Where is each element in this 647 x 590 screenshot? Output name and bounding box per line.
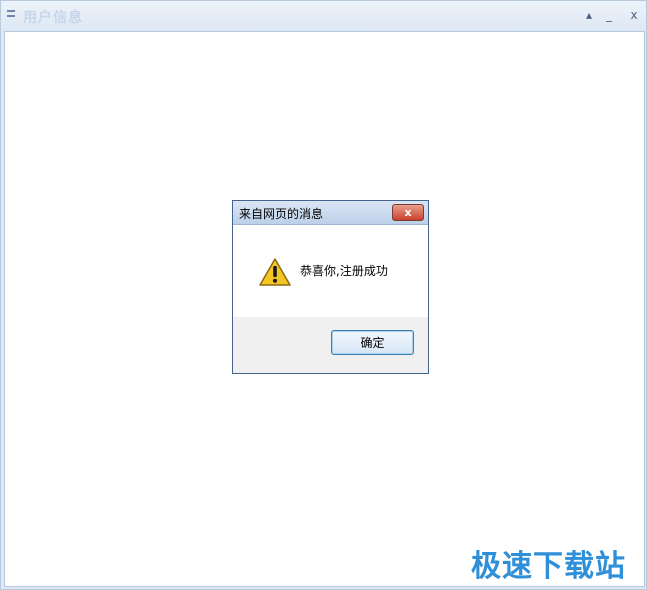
menu-icon[interactable] xyxy=(7,10,15,19)
dialog-close-button[interactable]: x xyxy=(392,204,424,221)
watermark-logo: 极速下载站 xyxy=(471,549,626,584)
dialog-footer: 确定 xyxy=(233,317,428,373)
warning-icon xyxy=(259,258,291,286)
close-icon[interactable]: x xyxy=(627,8,641,22)
alert-dialog: 来自网页的消息 x 恭喜你,注册成功 确定 xyxy=(232,200,429,374)
dialog-title: 来自网页的消息 xyxy=(239,207,324,221)
restore-icon[interactable]: ▴ xyxy=(582,8,596,22)
dialog-titlebar[interactable]: 来自网页的消息 x xyxy=(233,201,428,225)
window-title: 用户信息 xyxy=(23,10,83,26)
minimize-icon[interactable]: _ xyxy=(602,8,616,22)
window-titlebar[interactable]: 用户信息 ▴ _ x xyxy=(1,1,646,31)
dialog-body: 恭喜你,注册成功 xyxy=(233,225,428,317)
ok-button[interactable]: 确定 xyxy=(331,330,414,355)
dialog-message: 恭喜你,注册成功 xyxy=(300,264,388,278)
